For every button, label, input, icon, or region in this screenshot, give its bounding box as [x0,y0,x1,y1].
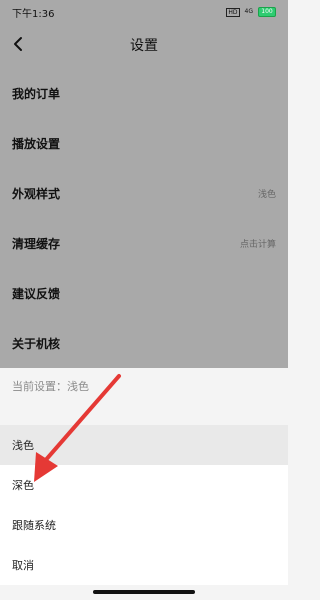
menu-item-clear-cache[interactable]: 清理缓存 点击计算 [0,218,288,268]
option-dark[interactable]: 深色 [0,465,288,505]
menu-label: 外观样式 [12,186,61,201]
menu-item-about[interactable]: 关于机核 [0,318,288,368]
menu-value: 浅色 [257,189,276,200]
status-icons: HD 4G 100 [226,7,276,17]
menu-label: 关于机核 [12,336,61,351]
hd-icon: HD [226,7,240,17]
option-follow-system[interactable]: 跟随系统 [0,505,288,545]
menu-item-orders[interactable]: 我的订单 [0,68,288,118]
current-setting-label: 当前设置：浅色 [0,368,288,404]
menu-value: 点击计算 [239,239,276,250]
menu-item-playback[interactable]: 播放设置 [0,118,288,168]
settings-screen: 下午1:36 HD 4G 100 设置 我的订单 播放设置 外观样式 浅色 清理… [0,0,288,600]
menu-label: 我的订单 [12,86,61,101]
settings-menu: 我的订单 播放设置 外观样式 浅色 清理缓存 点击计算 建议反馈 关于机核 [0,68,288,368]
option-light[interactable]: 浅色 [0,425,288,465]
home-indicator [93,590,195,594]
back-button[interactable] [6,32,30,56]
menu-item-feedback[interactable]: 建议反馈 [0,268,288,318]
menu-item-appearance[interactable]: 外观样式 浅色 [0,168,288,218]
page-title: 设置 [130,38,158,54]
status-time: 下午1:36 [12,8,55,20]
battery-icon: 100 [258,7,276,17]
menu-label: 清理缓存 [12,236,61,251]
menu-label: 建议反馈 [12,286,61,301]
status-bar: 下午1:36 HD 4G 100 [0,0,288,24]
chevron-left-icon [14,37,22,51]
menu-label: 播放设置 [12,136,61,151]
header: 设置 [0,24,288,68]
option-cancel[interactable]: 取消 [0,545,288,585]
signal-icon: 4G [244,8,253,15]
